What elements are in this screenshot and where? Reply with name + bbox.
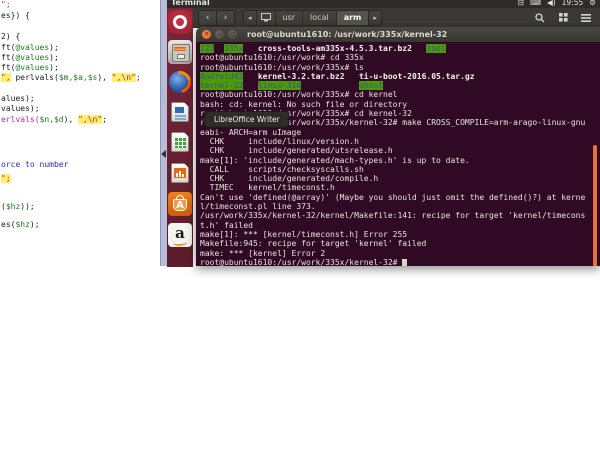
scrollbar-marker-icon [161, 150, 166, 158]
terminal-window: ✕ – ▫ root@ubuntu1610: /usr/work/335x/ke… [196, 27, 600, 266]
volume-icon[interactable]: ◀) [547, 0, 556, 7]
terminal-scrollbar[interactable] [593, 145, 597, 266]
unity-launcher: A a [167, 8, 193, 267]
libreoffice-impress-icon[interactable] [168, 161, 192, 185]
libreoffice-calc-icon[interactable] [168, 130, 192, 154]
forward-button[interactable]: › [217, 10, 235, 26]
menu-bar: Terminal ⊟ ⌨ ◀) 19:55 ⚙ [167, 0, 600, 8]
terminal-line: make[1]: 'include/generated/mach-types.h… [200, 156, 585, 165]
tooltip-arrow [201, 116, 206, 124]
close-icon[interactable]: ✕ [202, 30, 211, 39]
code-line: ft(@values); [1, 53, 59, 63]
breadcrumb-segment-arm[interactable]: arm [337, 11, 370, 25]
terminal-line: Makefile:945: recipe for target 'kernel'… [200, 239, 585, 248]
bag-letter: A [168, 199, 192, 212]
search-icon[interactable] [533, 12, 547, 24]
terminal-line: CHK include/generated/compile.h [200, 174, 585, 183]
code-line: es($hz); [1, 220, 40, 230]
code-line: values); [1, 104, 40, 114]
writer-page-shape [171, 102, 189, 122]
maximize-icon[interactable]: ▫ [228, 30, 237, 39]
clock[interactable]: 19:55 [562, 0, 584, 7]
ubuntu-logo-ring [173, 15, 187, 29]
terminal-output: 123 335x cross-tools-am335x-4.5.3.tar.bz… [200, 44, 585, 266]
terminal-titlebar[interactable]: ✕ – ▫ root@ubuntu1610: /usr/work/335x/ke… [196, 27, 600, 42]
code-line: ft(@values); [1, 63, 59, 73]
calc-page-shape [171, 132, 189, 152]
terminal-line: Android42 kernel-3.2.tar.bz2 ti-u-boot-2… [200, 72, 585, 81]
libreoffice-writer-icon[interactable] [168, 100, 192, 124]
files-toolbar: ‹ › ◂ usr local arm ▸ [193, 8, 600, 28]
firefox-icon[interactable] [168, 70, 192, 94]
code-line: ft(@values); [1, 43, 59, 53]
code-line: orce to number [1, 160, 68, 170]
terminal-line: l/timeconst.pl line 373. [200, 202, 585, 211]
terminal-line: make[1]: *** [kernel/timeconst.h] Error … [200, 230, 585, 239]
grid-view-icon[interactable] [556, 12, 570, 24]
session-gear-icon[interactable]: ⚙ [589, 0, 596, 7]
terminal-line: make: *** [kernel] Error 2 [200, 249, 585, 258]
launcher-tooltip: LibreOffice Writer [205, 111, 289, 128]
code-editor-pane[interactable]: ";es}) {2) {ft(@values);ft(@values);ft(@… [0, 0, 160, 270]
terminal-line: root@ubuntu1610:/usr/work/335x/kernel-32… [200, 258, 585, 266]
firefox-fox-shape [168, 70, 192, 94]
code-line: "; [1, 0, 11, 10]
active-app-title: Terminal [171, 0, 210, 7]
breadcrumb-scroll-left[interactable]: ◂ [244, 11, 257, 25]
system-tray[interactable]: ⊟ ⌨ ◀) 19:55 ⚙ [518, 0, 596, 7]
terminal-line: CALL scripts/checksyscalls.sh [200, 165, 585, 174]
back-button[interactable]: ‹ [198, 10, 217, 26]
breadcrumb-segment-local[interactable]: local [303, 11, 337, 25]
terminal-line: CHK include/linux/version.h [200, 137, 585, 146]
amazon-icon[interactable]: a [168, 223, 192, 247]
impress-page-shape [171, 163, 189, 183]
terminal-body[interactable]: 123 335x cross-tools-am335x-4.5.3.tar.bz… [196, 42, 600, 266]
terminal-line: root@ubuntu1610:/usr/work/335x# ls [200, 63, 585, 72]
breadcrumb-scroll-right[interactable]: ▸ [369, 11, 381, 25]
terminal-line: /usr/work/335x/kernel-32/kernel/Makefile… [200, 211, 585, 220]
minimize-icon[interactable]: – [215, 30, 224, 39]
ubuntu-icon[interactable] [168, 10, 192, 34]
tooltip-label: LibreOffice Writer [214, 115, 280, 124]
breadcrumb: ◂ usr local arm ▸ [243, 10, 382, 26]
terminal-line: t.h' failed [200, 221, 585, 230]
breadcrumb-segment-usr[interactable]: usr [276, 11, 304, 25]
terminal-line: 123 335x cross-tools-am335x-4.5.3.tar.bz… [200, 44, 585, 53]
files-icon[interactable] [168, 40, 192, 64]
amazon-smile-shape [173, 239, 187, 247]
terminal-line: CHK include/generated/utsrelease.h [200, 146, 585, 155]
screen: ";es}) {2) {ft(@values);ft(@values);ft(@… [0, 0, 600, 450]
hamburger-menu-icon[interactable] [579, 12, 593, 24]
terminal-line: eabi- ARCH=arm uImage [200, 128, 585, 137]
terminal-line: Can't use 'defined(@array)' (Maybe you s… [200, 193, 585, 202]
terminal-title: root@ubuntu1610: /usr/work/335x/kernel-3… [247, 30, 447, 39]
file-cabinet-shape [172, 44, 190, 62]
input-indicator-icon[interactable]: ⊟ [518, 0, 524, 7]
terminal-line: bash: cd: kernel: No such file or direct… [200, 100, 585, 109]
terminal-line: TIMEC kernel/timeconst.h [200, 183, 585, 192]
code-line: 2) { [1, 32, 20, 42]
terminal-line: root@ubuntu1610:/usr/work# cd 335x [200, 53, 585, 62]
code-line: "; [1, 174, 11, 184]
keyboard-indicator-icon[interactable]: ⌨ [530, 0, 541, 7]
code-line: erlvals($n,$d), ",\n"; [1, 115, 107, 125]
computer-icon[interactable] [257, 11, 276, 25]
ubuntu-software-icon[interactable]: A [168, 192, 192, 216]
code-line: ($hz)); [1, 202, 35, 212]
code-line: ", perlvals($m,$a,$s), ",\n"; [1, 73, 141, 83]
terminal-line: root@ubuntu1610:/usr/work/335x# cd kerne… [200, 90, 585, 99]
code-line: alues); [1, 94, 35, 104]
code-line: es}) { [1, 11, 30, 21]
terminal-line: kernel-32 linux-310 uboot [200, 81, 585, 90]
